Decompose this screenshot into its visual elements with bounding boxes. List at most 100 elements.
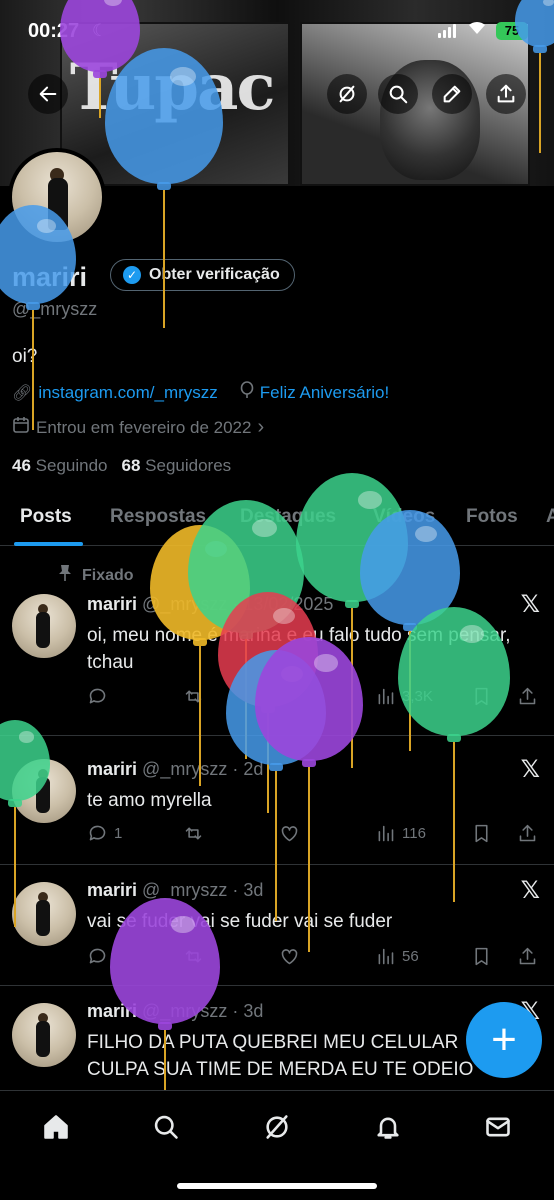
arrow-left-icon bbox=[39, 86, 57, 102]
profile-link[interactable]: instagram.com/_mryszz bbox=[38, 383, 217, 403]
post-author[interactable]: mariri bbox=[87, 759, 137, 779]
views-button[interactable]: 116 bbox=[375, 823, 426, 844]
profile-tabs: Posts Respostas Destaques Vídeos Fotos A bbox=[0, 496, 554, 546]
views-icon bbox=[378, 688, 394, 705]
bookmark-button[interactable] bbox=[471, 946, 492, 967]
x-logo-icon[interactable]: 𝕏 bbox=[521, 755, 540, 784]
banner-logo: Tupac bbox=[70, 50, 275, 125]
share-button[interactable] bbox=[486, 74, 526, 114]
views-count: 116 bbox=[402, 825, 426, 842]
tab-photos[interactable]: Fotos bbox=[466, 506, 518, 528]
reply-icon bbox=[89, 688, 106, 704]
post-author[interactable]: mariri bbox=[87, 1001, 137, 1021]
heart-icon bbox=[281, 949, 298, 965]
status-bar: 00:27 ☾ 75 bbox=[0, 0, 554, 60]
share-post-button[interactable] bbox=[517, 946, 538, 967]
share-icon bbox=[519, 687, 536, 705]
reply-icon bbox=[89, 825, 106, 841]
share-icon bbox=[519, 947, 536, 965]
post-item[interactable]: mariri @_mryszz · 13/02/2025 𝕏 oi, meu n… bbox=[0, 546, 554, 736]
battery-indicator: 75 bbox=[496, 22, 528, 40]
nav-notifications[interactable] bbox=[368, 1107, 408, 1147]
post-text: vai se fuder vai se fuder vai se fuder bbox=[87, 911, 393, 932]
grok-button[interactable] bbox=[327, 74, 367, 114]
post-avatar[interactable] bbox=[12, 594, 76, 658]
repost-button[interactable] bbox=[183, 823, 204, 844]
share-icon bbox=[519, 824, 536, 842]
repost-icon bbox=[185, 690, 202, 703]
tab-more[interactable]: A bbox=[546, 506, 554, 528]
repost-button[interactable] bbox=[183, 946, 204, 967]
followers-label: Seguidores bbox=[145, 456, 232, 475]
repost-icon bbox=[185, 950, 202, 963]
home-icon bbox=[44, 1115, 68, 1139]
profile-handle: @_mryszz bbox=[12, 299, 98, 319]
views-button[interactable]: 56 bbox=[375, 946, 419, 967]
followers-stat[interactable]: 68 Seguidores bbox=[122, 456, 232, 476]
views-count: 3,3K bbox=[402, 688, 433, 705]
share-icon bbox=[497, 84, 515, 103]
nav-messages[interactable] bbox=[478, 1107, 518, 1147]
post-text: te amo myrella bbox=[87, 790, 212, 811]
tab-videos[interactable]: Vídeos bbox=[373, 506, 435, 528]
tab-posts[interactable]: Posts bbox=[20, 506, 72, 528]
share-post-button[interactable] bbox=[517, 686, 538, 707]
back-button[interactable] bbox=[28, 74, 68, 114]
reply-icon bbox=[89, 948, 106, 964]
profile-bio: oi? bbox=[12, 346, 38, 367]
views-button[interactable]: 3,3K bbox=[375, 686, 433, 707]
post-avatar[interactable] bbox=[12, 759, 76, 823]
repost-icon bbox=[185, 827, 202, 840]
like-button[interactable] bbox=[279, 946, 300, 967]
bookmark-button[interactable] bbox=[471, 686, 492, 707]
post-avatar[interactable] bbox=[12, 1003, 76, 1067]
search-button[interactable] bbox=[378, 74, 418, 114]
profile-avatar[interactable] bbox=[8, 148, 106, 246]
reply-button[interactable]: 1 bbox=[87, 823, 122, 844]
birthday-link[interactable]: Feliz Aniversário! bbox=[260, 383, 389, 403]
heart-icon bbox=[281, 826, 298, 842]
nav-grok[interactable] bbox=[257, 1107, 297, 1147]
get-verified-button[interactable]: ✓ Obter verificação bbox=[110, 259, 295, 291]
profile-name: mariri bbox=[12, 262, 88, 292]
post-actions: 1 116 bbox=[87, 823, 542, 847]
tab-highlights[interactable]: Destaques bbox=[240, 506, 336, 528]
views-icon bbox=[378, 948, 394, 965]
profile-meta: 🔗︎ instagram.com/_mryszz Feliz Aniversár… bbox=[12, 381, 389, 404]
grok-icon bbox=[339, 85, 355, 103]
post-meta: @_mryszz · 2d bbox=[142, 759, 264, 779]
home-indicator bbox=[177, 1183, 377, 1189]
edit-icon bbox=[443, 85, 461, 103]
following-stat[interactable]: 46 Seguindo bbox=[12, 456, 108, 476]
grok-icon bbox=[266, 1115, 288, 1139]
x-logo-icon[interactable]: 𝕏 bbox=[521, 876, 540, 905]
reply-button[interactable] bbox=[87, 946, 108, 967]
tab-replies[interactable]: Respostas bbox=[110, 506, 206, 528]
bookmark-icon bbox=[475, 687, 488, 706]
post-avatar[interactable] bbox=[12, 882, 76, 946]
share-post-button[interactable] bbox=[517, 823, 538, 844]
bookmark-icon bbox=[475, 947, 488, 966]
reply-button[interactable] bbox=[87, 686, 108, 707]
bookmark-button[interactable] bbox=[471, 823, 492, 844]
nav-home[interactable] bbox=[36, 1107, 76, 1147]
focus-moon-icon: ☾ bbox=[92, 21, 108, 40]
views-count: 56 bbox=[402, 948, 419, 965]
like-button[interactable] bbox=[279, 823, 300, 844]
edit-button[interactable] bbox=[432, 74, 472, 114]
chevron-right-icon: › bbox=[257, 416, 265, 438]
post-item[interactable]: mariri @_mryszz · 2d 𝕏 te amo myrella 1 … bbox=[0, 737, 554, 865]
post-item[interactable]: mariri @_mryszz · 3d 𝕏 vai se fuder vai … bbox=[0, 866, 554, 986]
post-author[interactable]: mariri bbox=[87, 880, 137, 900]
post-author[interactable]: mariri bbox=[87, 594, 137, 614]
nav-search[interactable] bbox=[146, 1107, 186, 1147]
post-text: FILHO DA PUTA QUEBREI MEU CELULAR CULPA … bbox=[87, 1032, 474, 1080]
following-count: 46 bbox=[12, 456, 31, 475]
x-logo-icon[interactable]: 𝕏 bbox=[521, 590, 540, 619]
followers-count: 68 bbox=[121, 456, 141, 475]
compose-button[interactable]: + bbox=[466, 1002, 542, 1078]
joined-date[interactable]: Entrou em fevereiro de 2022 › bbox=[12, 416, 264, 439]
mail-icon bbox=[486, 1117, 510, 1137]
repost-button[interactable] bbox=[183, 686, 204, 707]
verified-badge-icon: ✓ bbox=[123, 266, 141, 284]
